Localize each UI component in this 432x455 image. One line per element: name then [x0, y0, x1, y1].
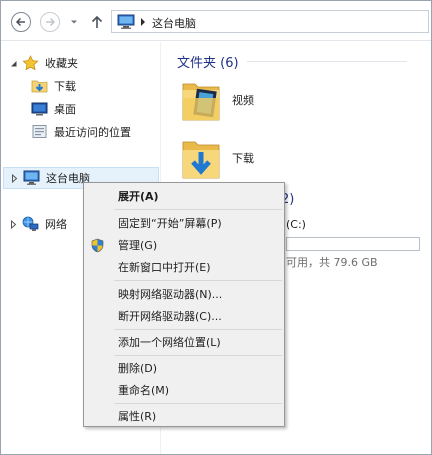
menu-separator [114, 403, 282, 404]
uac-shield-icon [91, 238, 104, 253]
tree-item-label: 收藏夹 [45, 57, 78, 70]
forward-button[interactable] [40, 12, 60, 32]
star-icon [22, 55, 39, 71]
menu-item-label: 添加一个网络位置(L) [118, 336, 221, 349]
collapsed-chevron-icon[interactable] [10, 173, 19, 183]
group-header-title: 文件夹 (6) [177, 56, 239, 71]
desktop-icon [31, 102, 48, 116]
menu-separator [114, 329, 282, 330]
menu-item-delete[interactable]: 删除(D) [84, 357, 284, 379]
network-icon [22, 216, 39, 231]
menu-item-label: 管理(G) [118, 239, 158, 252]
folder-tile-name: 视频 [232, 94, 254, 107]
tree-item-label: 网络 [45, 218, 67, 231]
forward-arrow-icon [46, 17, 56, 27]
collapsed-chevron-icon[interactable] [9, 219, 18, 229]
drive-c-free-space: 可用，共 79.6 GB [286, 256, 378, 269]
tree-item-label: 下载 [54, 80, 76, 93]
menu-item-label: 断开网络驱动器(C)... [118, 310, 222, 323]
menu-separator [114, 209, 282, 210]
menu-item-label: 删除(D) [118, 362, 158, 375]
tree-item-recent-places[interactable]: 最近访问的位置 [31, 121, 131, 143]
this-pc-icon [117, 14, 135, 29]
up-arrow-icon[interactable] [90, 14, 104, 30]
navigation-bar: 这台电脑 [1, 1, 431, 41]
menu-separator [114, 355, 282, 356]
context-menu: 展开(A) 固定到“开始”屏幕(P) 管理(G) 在新窗口中打开(E) 映射网络… [83, 182, 285, 427]
tree-item-label: 最近访问的位置 [54, 126, 131, 139]
menu-item-label: 重命名(M) [118, 384, 170, 397]
tree-item-network[interactable]: 网络 [9, 213, 67, 235]
drive-c-usage-bar [286, 237, 420, 251]
menu-item-label: 映射网络驱动器(N)... [118, 288, 223, 301]
group-header-divider [246, 61, 407, 62]
back-arrow-icon [15, 17, 25, 27]
downloads-folder-icon [31, 80, 48, 93]
tree-item-downloads[interactable]: 下载 [31, 75, 76, 97]
recent-locations-dropdown-icon[interactable] [69, 17, 79, 27]
back-button[interactable] [11, 12, 31, 32]
menu-item-properties[interactable]: 属性(R) [84, 405, 284, 427]
video-folder-icon [182, 83, 220, 121]
breadcrumb-chevron-icon[interactable] [139, 17, 147, 27]
tree-item-favorites[interactable]: 收藏夹 [9, 52, 78, 74]
menu-item-manage[interactable]: 管理(G) [84, 234, 284, 256]
folder-tile-name: 下载 [232, 152, 254, 165]
menu-item-add-network-location[interactable]: 添加一个网络位置(L) [84, 331, 284, 353]
folders-group-header[interactable]: 文件夹 (6) [177, 52, 407, 71]
menu-item-label: 在新窗口中打开(E) [118, 261, 211, 274]
menu-separator [114, 280, 282, 281]
expanded-chevron-icon[interactable] [9, 59, 18, 68]
menu-item-label: 展开(A) [118, 190, 159, 203]
menu-item-pin-to-start[interactable]: 固定到“开始”屏幕(P) [84, 212, 284, 234]
menu-item-label: 固定到“开始”屏幕(P) [118, 217, 222, 230]
menu-item-open-in-new-window[interactable]: 在新窗口中打开(E) [84, 256, 284, 278]
drive-c-label[interactable]: (C:) [286, 218, 306, 231]
menu-item-disconnect-network-drive[interactable]: 断开网络驱动器(C)... [84, 305, 284, 327]
folder-tile-videos[interactable]: 视频 [181, 76, 254, 124]
recent-places-icon [32, 125, 47, 138]
breadcrumb-this-pc[interactable]: 这台电脑 [152, 15, 196, 31]
address-bar[interactable]: 这台电脑 [111, 10, 429, 33]
tree-item-label: 桌面 [54, 103, 76, 116]
this-pc-icon [23, 170, 40, 185]
menu-item-label: 属性(R) [118, 410, 157, 423]
downloads-folder-icon [182, 141, 220, 179]
menu-item-rename[interactable]: 重命名(M) [84, 379, 284, 401]
folder-tile-downloads[interactable]: 下载 [181, 134, 254, 182]
menu-item-expand[interactable]: 展开(A) [84, 185, 284, 207]
tree-item-desktop[interactable]: 桌面 [31, 98, 76, 120]
menu-item-map-network-drive[interactable]: 映射网络驱动器(N)... [84, 283, 284, 305]
